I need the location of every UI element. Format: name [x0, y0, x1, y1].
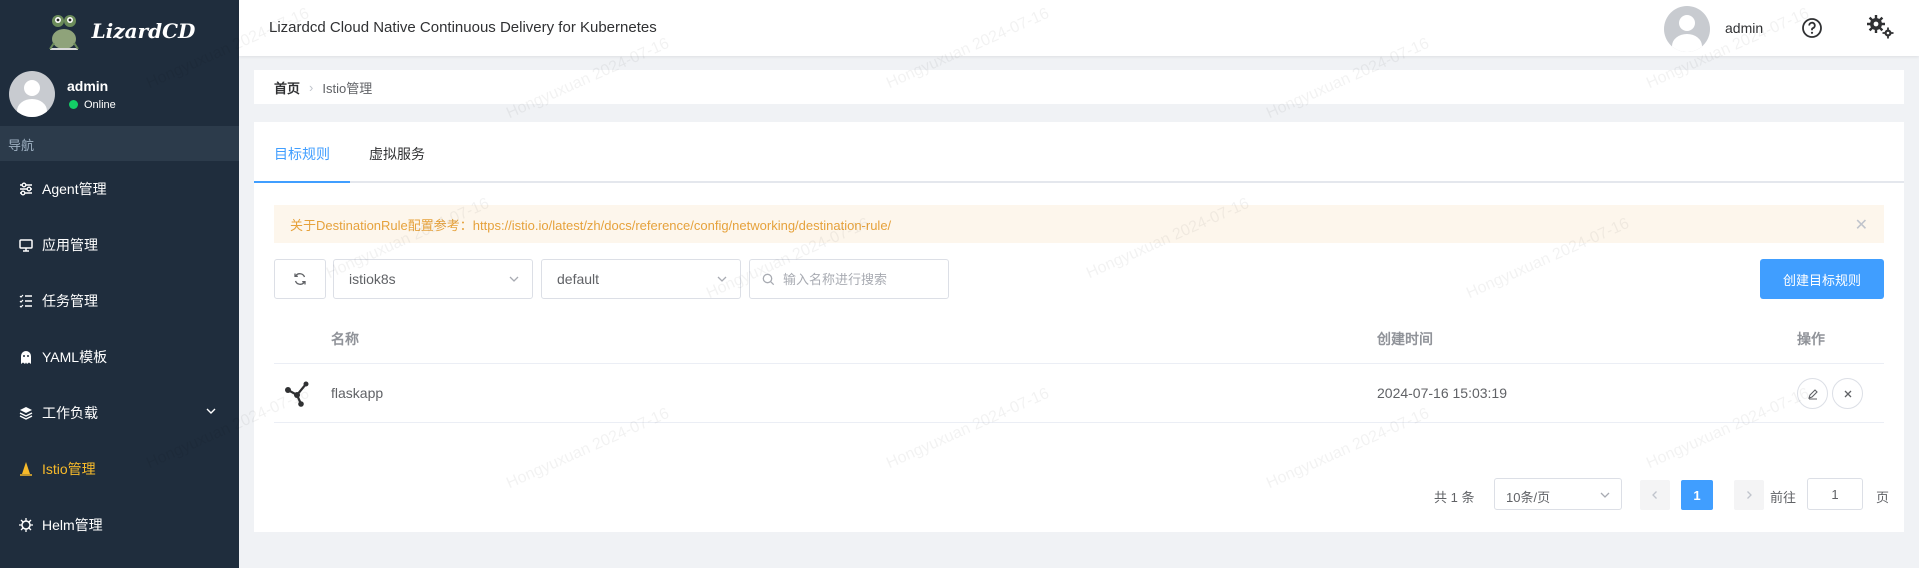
row-created-time: 2024-07-16 15:03:19: [1377, 385, 1507, 401]
sidebar: LizardCD admin Online 导航 Agent管理 应用管理 任务…: [0, 0, 239, 568]
avatar: [9, 71, 55, 117]
sidebar-item-label: Istio管理: [42, 461, 96, 477]
page-size-value: 10条/页: [1506, 490, 1551, 505]
tab-virtual-services[interactable]: 虚拟服务: [369, 144, 425, 164]
top-bar: Lizardcd Cloud Native Continuous Deliver…: [239, 0, 1919, 56]
search-input[interactable]: [783, 271, 933, 287]
close-icon: [1844, 390, 1851, 397]
close-icon[interactable]: ✕: [1855, 215, 1868, 235]
sidebar-item-helm[interactable]: Helm管理: [0, 497, 239, 553]
refresh-icon: [294, 273, 306, 285]
column-header-created: 创建时间: [1377, 331, 1433, 347]
user-status-text: Online: [84, 98, 116, 111]
cluster-select-value: istiok8s: [349, 271, 396, 287]
column-header-ops: 操作: [1797, 331, 1825, 347]
tab-bar: 目标规则 虚拟服务: [254, 122, 1904, 183]
active-tab-indicator: [254, 181, 350, 183]
table-header: 名称 创建时间 操作: [274, 315, 1884, 364]
chevron-down-icon: [717, 276, 727, 282]
pagination-total: 共 1 条: [1434, 490, 1475, 505]
logo-text: LizardCD: [91, 19, 196, 43]
sidebar-item-istio[interactable]: Istio管理: [0, 441, 239, 497]
search-box: [749, 259, 949, 299]
chevron-down-icon: [1600, 492, 1610, 498]
page-size-select[interactable]: 10条/页: [1494, 478, 1622, 510]
search-icon: [762, 273, 775, 285]
main-card: 目标规则 虚拟服务 关于DestinationRule配置参考：https://…: [254, 122, 1904, 532]
pagination: 共 1 条 10条/页 1 前往 1 页: [254, 478, 1904, 510]
destination-rule-icon: [285, 381, 309, 407]
layers-icon: [19, 407, 33, 420]
cluster-select[interactable]: istiok8s: [333, 259, 533, 299]
online-dot-icon: [69, 100, 78, 109]
breadcrumb-separator-icon: ›: [309, 79, 314, 95]
row-name[interactable]: flaskapp: [331, 385, 383, 401]
helm-icon: [19, 518, 33, 532]
sidebar-item-label: 应用管理: [42, 237, 98, 253]
chevron-right-icon: [1747, 491, 1752, 499]
sidebar-username: admin: [67, 77, 109, 94]
sidebar-item-label: YAML模板: [42, 349, 108, 365]
settings-gears-icon[interactable]: [1866, 14, 1894, 40]
filter-toolbar: istiok8s default 创建目标规则: [274, 259, 1884, 299]
header-username[interactable]: admin: [1725, 20, 1763, 36]
sidebar-item-agent[interactable]: Agent管理: [0, 161, 239, 217]
prev-page-button[interactable]: [1640, 480, 1670, 510]
sidebar-item-tasks[interactable]: 任务管理: [0, 273, 239, 329]
create-destination-rule-button[interactable]: 创建目标规则: [1760, 259, 1884, 299]
breadcrumb: 首页 › Istio管理: [254, 70, 1904, 104]
tab-destination-rules[interactable]: 目标规则: [274, 144, 330, 164]
sail-icon: [20, 462, 32, 476]
chevron-left-icon: [1652, 491, 1657, 499]
logo: LizardCD: [0, 0, 239, 62]
delete-button[interactable]: [1832, 378, 1863, 409]
info-alert: 关于DestinationRule配置参考：https://istio.io/l…: [274, 205, 1884, 243]
help-icon[interactable]: [1801, 17, 1823, 39]
chevron-down-icon[interactable]: [205, 405, 217, 417]
breadcrumb-home[interactable]: 首页: [274, 78, 300, 97]
next-page-button[interactable]: [1734, 480, 1764, 510]
column-header-name: 名称: [331, 331, 359, 347]
user-panel: admin Online: [0, 62, 239, 126]
header-avatar[interactable]: [1664, 6, 1710, 52]
sidebar-item-workloads[interactable]: 工作负载: [0, 385, 239, 441]
alert-text: 关于DestinationRule配置参考：https://istio.io/l…: [290, 217, 892, 233]
refresh-button[interactable]: [274, 259, 326, 299]
ghost-icon: [21, 351, 31, 364]
edit-icon: [1807, 388, 1818, 400]
namespace-select-value: default: [557, 271, 600, 287]
page-number-current[interactable]: 1: [1681, 480, 1713, 510]
sidebar-item-label: Agent管理: [42, 181, 107, 197]
user-status: Online: [67, 99, 116, 111]
chevron-down-icon: [509, 276, 519, 282]
sidebar-item-label: 工作负载: [42, 405, 98, 421]
sidebar-item-apps[interactable]: 应用管理: [0, 217, 239, 273]
page-suffix: 页: [1876, 490, 1890, 505]
sliders-icon: [20, 182, 32, 196]
nav-header: 导航: [0, 126, 239, 161]
edit-button[interactable]: [1797, 378, 1828, 409]
table-row: flaskapp 2024-07-16 15:03:19: [274, 364, 1884, 423]
sidebar-item-yaml[interactable]: YAML模板: [0, 329, 239, 385]
sidebar-item-label: Helm管理: [42, 517, 103, 533]
goto-label: 前往: [1770, 490, 1797, 505]
monitor-icon: [19, 239, 33, 252]
sidebar-item-label: 任务管理: [42, 293, 98, 309]
destination-rules-table: 名称 创建时间 操作 flaskapp 2024-07-16 15:03:19: [274, 315, 1884, 423]
app-title: Lizardcd Cloud Native Continuous Deliver…: [269, 19, 657, 36]
breadcrumb-current: Istio管理: [322, 80, 373, 96]
goto-page-input[interactable]: 1: [1807, 478, 1863, 510]
task-list-icon: [19, 294, 32, 308]
namespace-select[interactable]: default: [541, 259, 741, 299]
lizard-logo-icon: [48, 15, 79, 50]
